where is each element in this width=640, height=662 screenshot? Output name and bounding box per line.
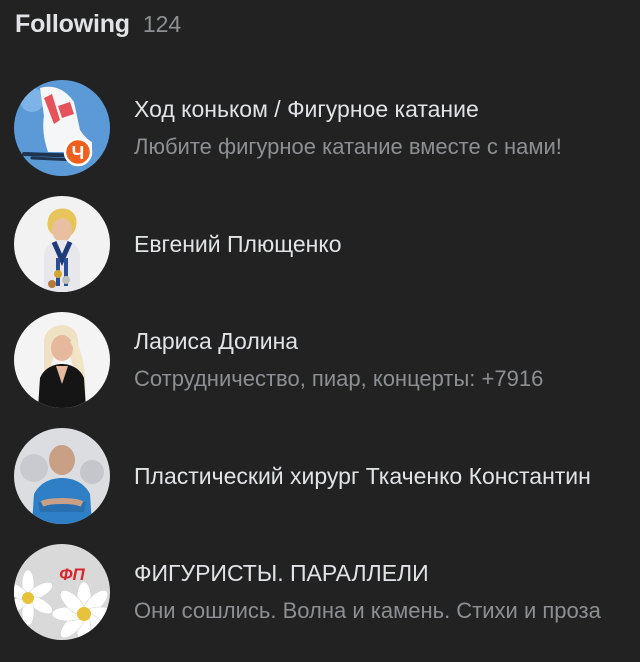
figure-skate-avatar[interactable]: Ч — [14, 80, 110, 176]
following-list: Ч Ход коньком / Фигурное катание Любите … — [0, 78, 640, 658]
item-description: Любите фигурное катание вместе с нами! — [134, 134, 562, 159]
logo-text: ФП — [59, 565, 85, 584]
daisy-avatar[interactable]: ФП — [14, 544, 110, 640]
following-title: Following — [15, 10, 130, 38]
list-item[interactable]: Ч Ход коньком / Фигурное катание Любите … — [0, 78, 640, 194]
item-name[interactable]: Ход коньком / Фигурное катание — [134, 94, 622, 124]
list-item[interactable]: ФП ФИГУРИСТЫ. ПАРАЛЛЕЛИ Они сошлись. Вол… — [0, 542, 640, 658]
item-text: Лариса Долина Сотрудничество, пиар, конц… — [134, 310, 622, 410]
item-name[interactable]: ФИГУРИСТЫ. ПАРАЛЛЕЛИ — [134, 558, 622, 588]
item-text: Ход коньком / Фигурное катание Любите фи… — [134, 78, 622, 178]
person-avatar[interactable] — [14, 312, 110, 408]
item-name[interactable]: Евгений Плющенко — [134, 229, 622, 259]
badge-letter: Ч — [72, 143, 85, 163]
item-text: Евгений Плющенко — [134, 194, 622, 294]
person-avatar[interactable] — [14, 196, 110, 292]
item-name[interactable]: Лариса Долина — [134, 326, 622, 356]
list-item[interactable]: Пластический хирург Ткаченко Константин — [0, 426, 640, 542]
item-text: Пластический хирург Ткаченко Константин — [134, 426, 622, 526]
person-avatar[interactable] — [14, 428, 110, 524]
following-header: Following 124 — [15, 10, 181, 46]
list-item[interactable]: Евгений Плющенко — [0, 194, 640, 310]
item-description: Они сошлись. Волна и камень. Стихи и про… — [134, 598, 601, 623]
following-panel: Following 124 Ч Ход коньком / Фигурное к… — [0, 0, 640, 662]
following-count: 124 — [142, 11, 182, 37]
item-description: Сотрудничество, пиар, концерты: +7916 — [134, 366, 544, 391]
item-text: ФИГУРИСТЫ. ПАРАЛЛЕЛИ Они сошлись. Волна … — [134, 542, 622, 642]
list-item[interactable]: Лариса Долина Сотрудничество, пиар, конц… — [0, 310, 640, 426]
item-name[interactable]: Пластический хирург Ткаченко Константин — [134, 461, 622, 491]
